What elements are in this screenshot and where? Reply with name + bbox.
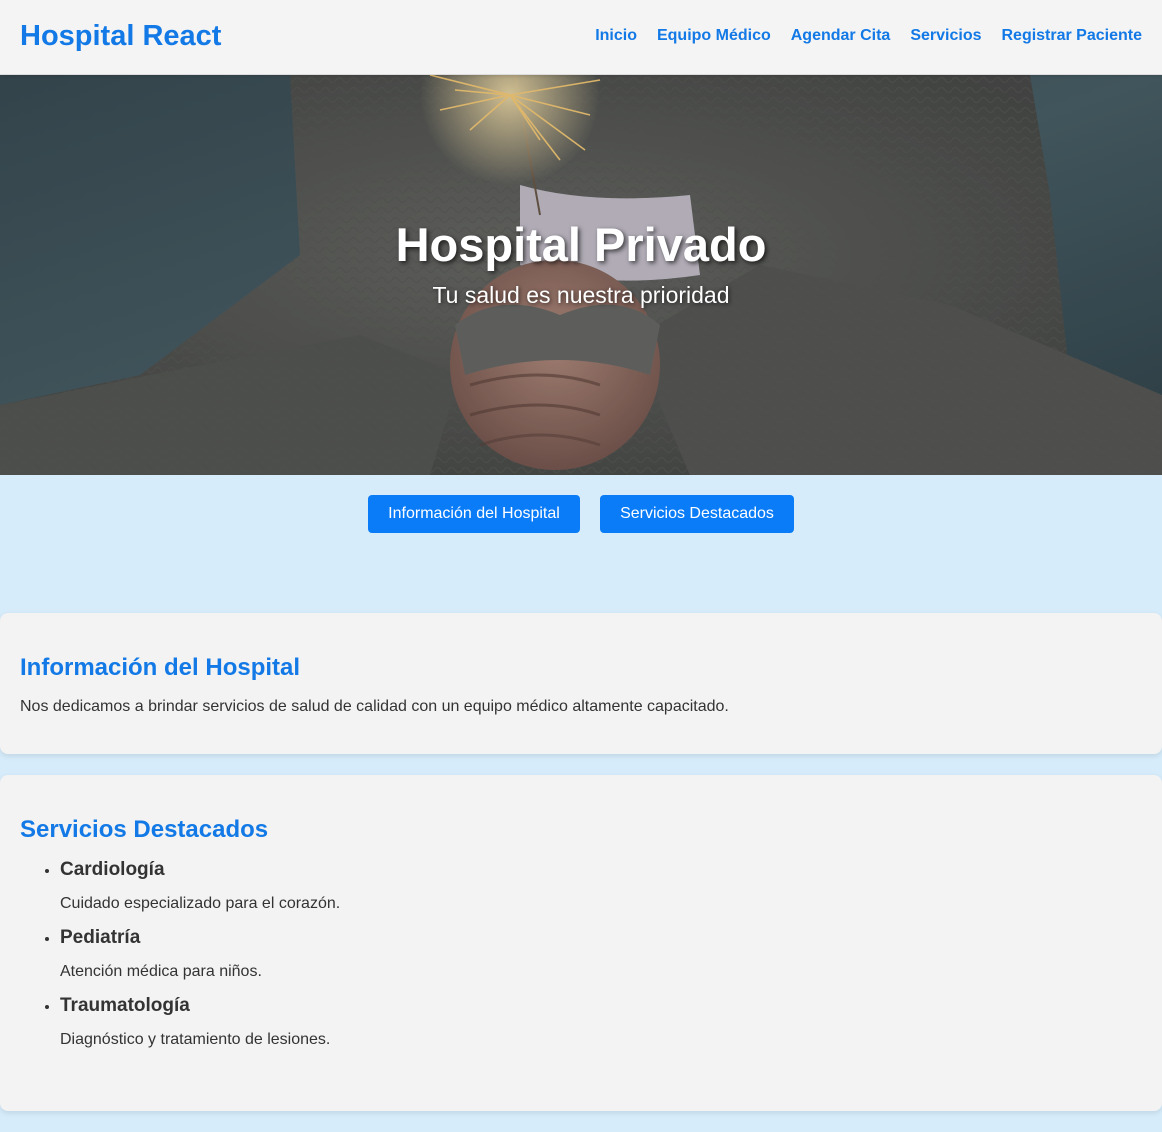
hero-subtitle: Tu salud es nuestra prioridad [432,282,730,308]
service-item: Cardiología Cuidado especializado para e… [60,857,1142,915]
nav-link-agendar-cita[interactable]: Agendar Cita [791,27,891,44]
hero-text: Hospital Privado Tu salud es nuestra pri… [0,215,1162,310]
service-description: Cuidado especializado para el corazón. [60,895,341,912]
service-item: Pediatría Atención médica para niños. [60,925,1142,983]
hospital-info-title: Información del Hospital [20,654,301,681]
service-item: Traumatología Diagnóstico y tratamiento … [60,993,1142,1051]
featured-services-card: Servicios Destacados Cardiología Cuidado… [0,775,1162,1111]
hospital-info-card: Información del Hospital Nos dedicamos a… [0,613,1162,754]
service-name: Pediatría [60,927,141,948]
service-name: Traumatología [60,995,190,1016]
nav-item-servicios: Servicios [910,25,981,47]
featured-services-button[interactable]: Servicios Destacados [600,495,794,533]
section-buttons: Información del Hospital Servicios Desta… [0,495,1162,533]
nav-link-equipo-medico[interactable]: Equipo Médico [657,27,771,44]
service-description: Diagnóstico y tratamiento de lesiones. [60,1031,331,1048]
nav-item-agendar-cita: Agendar Cita [791,25,891,47]
hero-banner: Hospital Privado Tu salud es nuestra pri… [0,75,1162,475]
navbar: Hospital React Inicio Equipo Médico Agen… [0,0,1162,75]
hospital-info-text: Nos dedicamos a brindar servicios de sal… [20,698,729,715]
info-hospital-button[interactable]: Información del Hospital [368,495,580,533]
service-name: Cardiología [60,859,165,880]
hero-title: Hospital Privado [395,218,767,271]
nav-links: Inicio Equipo Médico Agendar Cita Servic… [595,25,1142,47]
nav-link-servicios[interactable]: Servicios [910,27,981,44]
nav-item-equipo-medico: Equipo Médico [657,25,771,47]
nav-link-registrar-paciente[interactable]: Registrar Paciente [1001,27,1142,44]
nav-item-registrar-paciente: Registrar Paciente [1001,25,1142,47]
featured-services-title: Servicios Destacados [20,816,269,843]
nav-link-inicio[interactable]: Inicio [595,27,637,44]
service-list: Cardiología Cuidado especializado para e… [20,857,1142,1051]
nav-item-inicio: Inicio [595,25,637,47]
service-description: Atención médica para niños. [60,963,262,980]
brand-logo[interactable]: Hospital React [20,18,221,54]
